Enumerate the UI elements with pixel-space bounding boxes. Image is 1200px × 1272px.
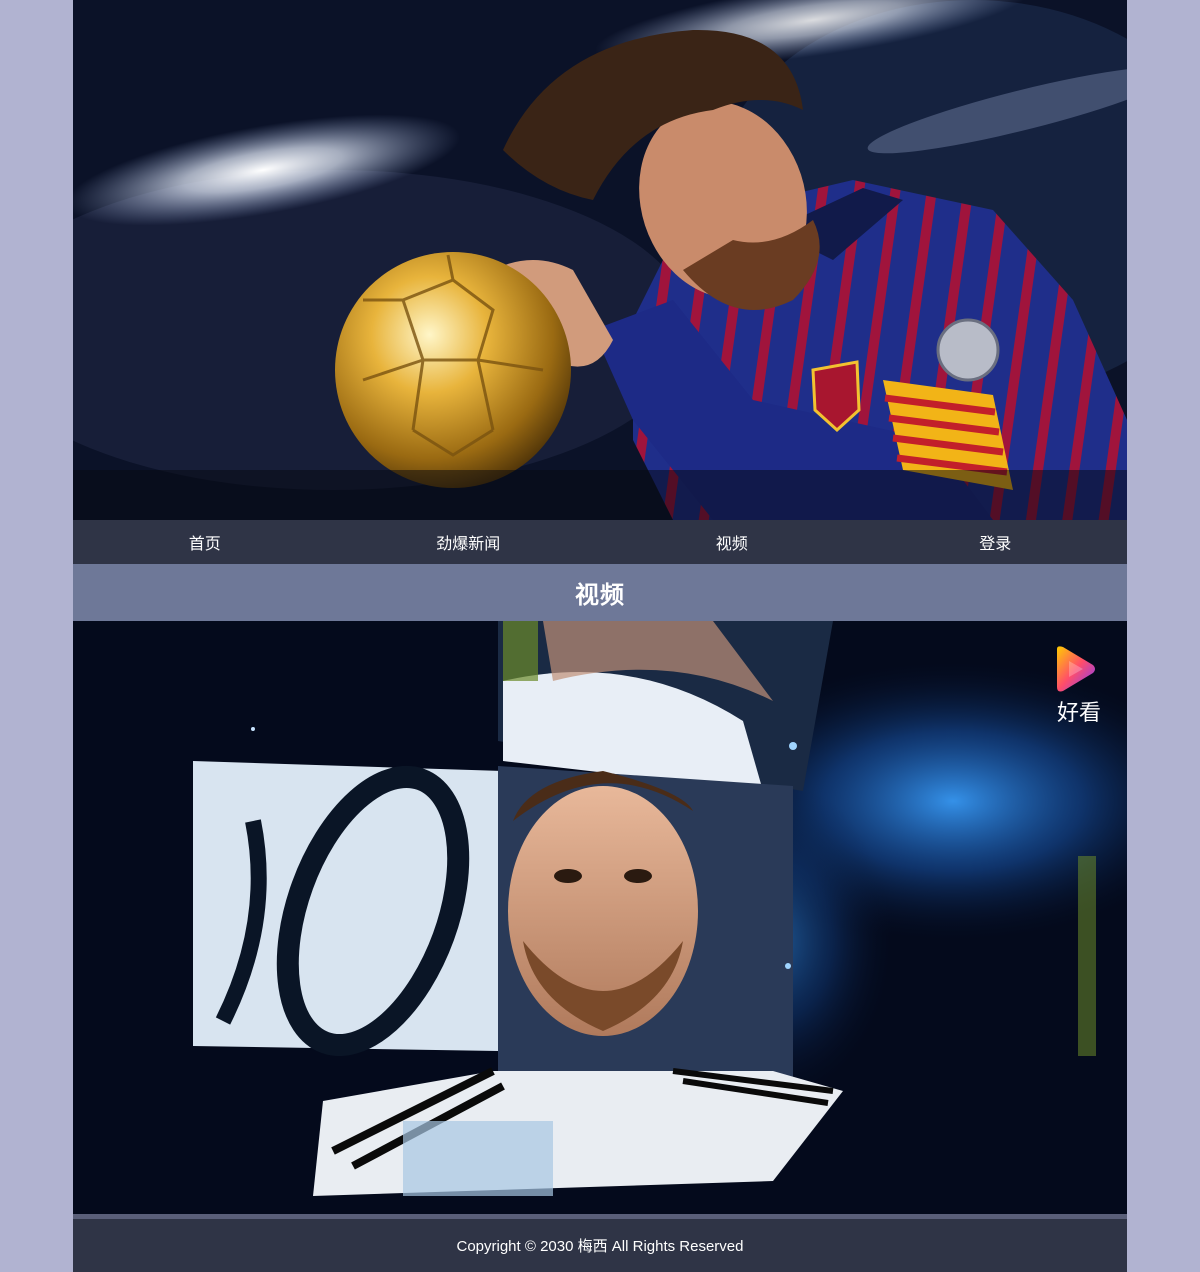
- nav-item-video[interactable]: 视频: [600, 520, 864, 564]
- video-frame: [73, 621, 1127, 1214]
- page-footer: Copyright © 2030 梅西 All Rights Reserved: [73, 1219, 1127, 1272]
- page-container: 首页 劲爆新闻 视频 登录 视频 好看 Copyright © 2030 梅西 …: [73, 0, 1127, 1272]
- section-title: 视频: [575, 582, 625, 609]
- nav-item-news[interactable]: 劲爆新闻: [337, 520, 601, 564]
- video-watermark: 好看: [1053, 645, 1105, 727]
- hero-illustration: [73, 0, 1127, 520]
- main-nav: 首页 劲爆新闻 视频 登录: [73, 520, 1127, 564]
- play-triangle-icon: [1057, 646, 1095, 692]
- hero-banner-image: [73, 0, 1127, 520]
- nav-item-login[interactable]: 登录: [864, 520, 1128, 564]
- copyright-text: Copyright © 2030 梅西 All Rights Reserved: [456, 1238, 744, 1255]
- video-player[interactable]: 好看: [73, 621, 1127, 1214]
- watermark-label: 好看: [1056, 701, 1101, 726]
- nav-item-home[interactable]: 首页: [73, 520, 337, 564]
- section-header: 视频: [73, 564, 1127, 621]
